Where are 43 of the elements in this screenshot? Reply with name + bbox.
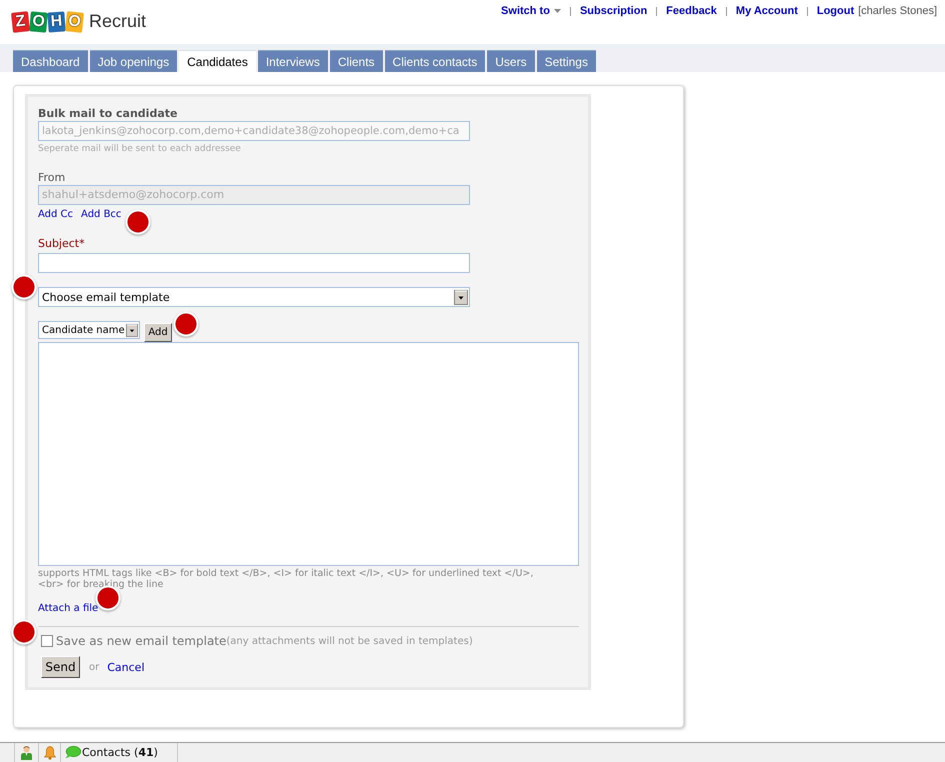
add-recipient-link[interactable]: Add Cc bbox=[38, 209, 74, 221]
message-body-field[interactable] bbox=[38, 342, 579, 566]
header-link[interactable]: Logout bbox=[816, 5, 854, 17]
nav-tab[interactable]: Users bbox=[487, 50, 535, 72]
logo-letter: O bbox=[65, 10, 84, 32]
logo-letter: O bbox=[29, 10, 48, 32]
send-button[interactable]: Send bbox=[41, 656, 80, 678]
nav-tab[interactable]: Dashboard bbox=[13, 50, 88, 72]
cancel-link[interactable]: Cancel bbox=[107, 660, 144, 674]
logo-letter: Z bbox=[11, 10, 30, 32]
header-link[interactable]: Feedback bbox=[666, 5, 717, 17]
add-recipient-link[interactable]: Add Bcc bbox=[81, 209, 122, 221]
bell-icon[interactable] bbox=[44, 746, 56, 760]
contacts-label[interactable]: Contacts (41) bbox=[82, 746, 158, 759]
form-title: Bulk mail to candidate bbox=[38, 107, 178, 120]
nav-tab[interactable]: Clients contacts bbox=[384, 50, 486, 72]
merge-field-select[interactable]: Candidate name bbox=[38, 321, 140, 339]
person-icon[interactable] bbox=[21, 746, 32, 760]
save-template-label: Save as new email template bbox=[56, 634, 226, 648]
or-text: or bbox=[89, 662, 100, 672]
nav-tab[interactable]: Candidates bbox=[179, 50, 256, 72]
nav-tab[interactable]: Clients bbox=[330, 50, 383, 72]
subject-field[interactable] bbox=[38, 253, 470, 273]
logo-letter: H bbox=[47, 10, 66, 32]
save-template-note: (any attachments will not be saved in templates) bbox=[226, 636, 473, 646]
save-template-checkbox[interactable] bbox=[41, 635, 53, 647]
speech-bubble-icon bbox=[65, 746, 81, 759]
nav-tab[interactable]: Interviews bbox=[258, 50, 328, 72]
template-select[interactable]: Choose email template bbox=[38, 287, 470, 307]
recipients-hint: Seperate mail will be sent to each addressee bbox=[38, 144, 242, 155]
attach-file-link[interactable]: Attach a file bbox=[38, 603, 98, 615]
header-link[interactable]: Subscription bbox=[580, 5, 648, 17]
subject-label: Subject* bbox=[38, 237, 86, 250]
from-label: From bbox=[38, 171, 66, 184]
user-name: [charles Stones] bbox=[858, 5, 937, 17]
html-tags-hint: supports HTML tags like <B> for bold text </B>, <I> for italic text </I>, <U> for underlined text </U>, <br> for breaking the line bbox=[38, 568, 534, 590]
nav-tab[interactable]: Settings bbox=[536, 50, 596, 72]
header-link[interactable]: My Account bbox=[736, 5, 798, 17]
product-name: Recruit bbox=[89, 11, 146, 32]
nav-tab[interactable]: Job openings bbox=[90, 50, 178, 72]
caret-icon bbox=[554, 9, 561, 13]
add-button[interactable]: Add bbox=[144, 323, 172, 342]
switch-to-menu[interactable]: Switch to bbox=[501, 5, 561, 17]
